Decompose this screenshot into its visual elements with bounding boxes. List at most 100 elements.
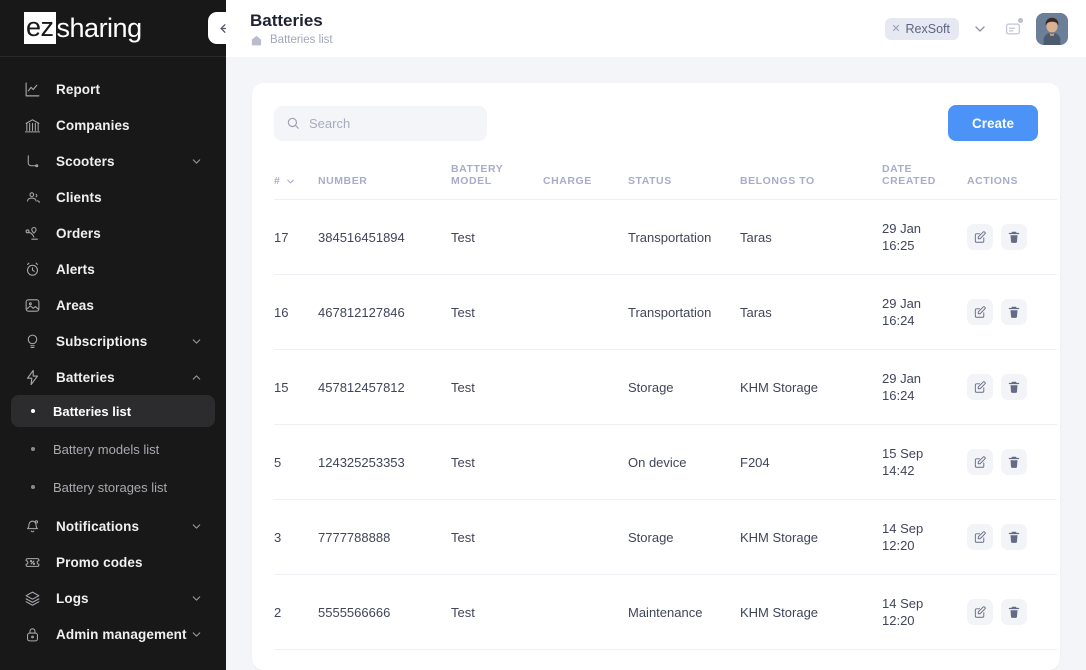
- search-input[interactable]: [309, 115, 475, 131]
- cell-battery-model: Test: [451, 499, 543, 575]
- alarm-clock-icon: [22, 259, 42, 279]
- cell-battery-model: Test: [451, 349, 543, 425]
- search-icon: [286, 116, 300, 130]
- sidebar-item-notifications[interactable]: Notifications: [11, 508, 215, 544]
- edit-icon[interactable]: [967, 449, 993, 475]
- cell-actions: [967, 349, 1057, 425]
- trash-icon[interactable]: [1001, 299, 1027, 325]
- trash-icon[interactable]: [1001, 599, 1027, 625]
- table-row[interactable]: 2 5555566666 Test Maintenance KHM Storage 14 …: [274, 574, 1057, 650]
- batteries-table: # NUMBER BATTERY MODEL CHARGE STATUS BEL…: [274, 163, 1057, 670]
- breadcrumb: Batteries list: [250, 34, 333, 47]
- column-header-battery-model[interactable]: BATTERY MODEL: [451, 163, 543, 200]
- sidebar-item-alerts[interactable]: Alerts: [11, 251, 215, 287]
- edit-icon[interactable]: [967, 224, 993, 250]
- sidebar-item-label: Report: [56, 81, 101, 97]
- sidebar-subitem-batteries-list[interactable]: Batteries list: [11, 395, 215, 427]
- brand-logo[interactable]: ez sharing: [0, 0, 226, 57]
- cell-status: Transportation: [628, 650, 740, 670]
- table-row[interactable]: 15 457812457812 Test Storage KHM Storage 29 J…: [274, 349, 1057, 425]
- column-header-number[interactable]: NUMBER: [318, 163, 451, 200]
- users-icon: [22, 187, 42, 207]
- sidebar-item-label: Areas: [56, 297, 95, 313]
- search-box[interactable]: [274, 105, 487, 141]
- cell-battery-model: Test: [451, 274, 543, 350]
- user-avatar[interactable]: [1036, 12, 1068, 45]
- sidebar-item-report[interactable]: Report: [11, 71, 215, 107]
- sidebar-item-label: Promo codes: [56, 554, 143, 570]
- edit-icon[interactable]: [967, 374, 993, 400]
- column-header-status[interactable]: STATUS: [628, 163, 740, 200]
- sidebar-subitem-battery-storages-list[interactable]: Battery storages list: [11, 471, 215, 503]
- cell-belongs-to: KHM Storage: [740, 574, 882, 650]
- breadcrumb-current: Batteries list: [270, 34, 333, 46]
- close-icon[interactable]: ✕: [891, 22, 900, 35]
- chevron-up-icon: [190, 371, 203, 384]
- bank-icon: [22, 115, 42, 135]
- top-bar: Batteries Batteries list ✕ RexSoft: [226, 0, 1086, 57]
- cell-number: 384516451894: [318, 199, 451, 275]
- sidebar-item-areas[interactable]: Areas: [11, 287, 215, 323]
- table-row[interactable]: 5 124325253353 Test On device F204 15 Sep 14:…: [274, 424, 1057, 500]
- sidebar-subitem-label: Battery models list: [53, 441, 160, 457]
- chevron-down-icon[interactable]: [972, 21, 988, 37]
- column-header-date-created[interactable]: DATE CREATED: [882, 163, 967, 200]
- sidebar-item-label: Clients: [56, 189, 102, 205]
- sidebar-item-companies[interactable]: Companies: [11, 107, 215, 143]
- sidebar-item-logs[interactable]: Logs: [11, 580, 215, 616]
- chevron-down-icon[interactable]: [285, 176, 296, 187]
- cell-belongs-to: Alexander Voronin 123: [740, 650, 882, 670]
- trash-icon[interactable]: [1001, 524, 1027, 550]
- sidebar-item-batteries[interactable]: Batteries: [11, 359, 215, 395]
- table-row[interactable]: 16 467812127846 Test Transportation Taras 29 …: [274, 274, 1057, 350]
- cell-battery-model: Test: [451, 650, 543, 670]
- trash-icon[interactable]: [1001, 449, 1027, 475]
- table-row[interactable]: 3 7777788888 Test Storage KHM Storage 14 Sep …: [274, 499, 1057, 575]
- chevron-down-icon: [190, 155, 203, 168]
- sidebar-subitem-label: Battery storages list: [53, 479, 168, 495]
- arrow-left-icon: [218, 21, 226, 36]
- table-header-row: # NUMBER BATTERY MODEL CHARGE STATUS BEL…: [274, 163, 1057, 200]
- create-button[interactable]: Create: [947, 105, 1038, 141]
- cell-belongs-to: Taras: [740, 274, 882, 350]
- trash-icon[interactable]: [1001, 224, 1027, 250]
- sidebar-subitem-battery-models-list[interactable]: Battery models list: [11, 433, 215, 465]
- cell-date-created: 29 Jan 16:24: [882, 349, 967, 425]
- sidebar-item-subscriptions[interactable]: Subscriptions: [11, 323, 215, 359]
- cell-actions: [967, 274, 1057, 350]
- company-selector[interactable]: ✕ RexSoft: [885, 17, 992, 40]
- edit-icon[interactable]: [967, 524, 993, 550]
- sidebar-item-promo-codes[interactable]: Promo codes: [11, 544, 215, 580]
- layers-icon: [22, 588, 42, 608]
- column-header-num[interactable]: #: [274, 163, 318, 200]
- cell-num: 17: [274, 199, 318, 275]
- edit-icon[interactable]: [967, 299, 993, 325]
- table-row[interactable]: 17 384516451894 Test Transportation Taras 29 …: [274, 199, 1057, 275]
- route-pin-icon: [22, 223, 42, 243]
- sidebar-item-label: Orders: [56, 225, 101, 241]
- column-header-belongs-to[interactable]: BELONGS TO: [740, 163, 882, 200]
- table-row[interactable]: 11111111111TestTransportationAlexander V…: [274, 650, 1057, 670]
- column-header-label: #: [274, 175, 281, 187]
- sidebar-collapse-button[interactable]: [208, 12, 226, 44]
- edit-icon[interactable]: [967, 599, 993, 625]
- cell-date-created: 14 Sep 12:20: [882, 574, 967, 650]
- cell-battery-model: Test: [451, 199, 543, 275]
- messages-button[interactable]: [998, 14, 1028, 44]
- cell-date-created: 29 Jan 16:24: [882, 274, 967, 350]
- sidebar-item-scooters[interactable]: Scooters: [11, 143, 215, 179]
- cell-num: 1: [274, 650, 318, 670]
- sidebar-item-admin-management[interactable]: Admin management: [11, 616, 215, 652]
- chevron-down-icon: [190, 335, 203, 348]
- cell-date-created: 13 Sep 17:27: [882, 650, 967, 670]
- column-header-charge[interactable]: CHARGE: [543, 163, 628, 200]
- cell-actions: [967, 574, 1057, 650]
- sidebar-item-orders[interactable]: Orders: [11, 215, 215, 251]
- bullet-icon: [31, 485, 35, 489]
- sidebar-item-clients[interactable]: Clients: [11, 179, 215, 215]
- cell-charge: [543, 199, 628, 275]
- sidebar-item-label: Companies: [56, 117, 130, 133]
- trash-icon[interactable]: [1001, 374, 1027, 400]
- company-chip[interactable]: ✕ RexSoft: [885, 17, 959, 40]
- cell-belongs-to: Taras: [740, 199, 882, 275]
